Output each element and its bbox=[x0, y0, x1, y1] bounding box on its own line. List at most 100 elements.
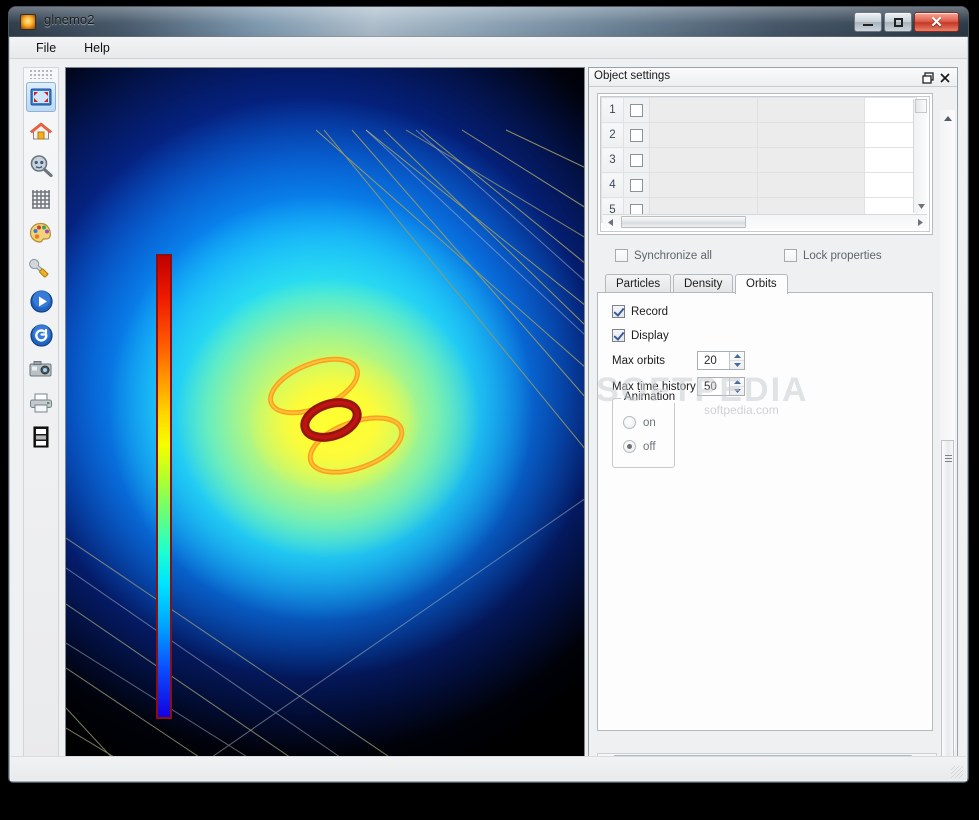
max-time-history-value: 50 bbox=[704, 380, 717, 393]
scroll-left-icon[interactable] bbox=[603, 216, 617, 229]
toolbar-drag-handle[interactable] bbox=[29, 70, 53, 79]
display-option[interactable]: Display bbox=[612, 329, 669, 342]
play-icon[interactable] bbox=[26, 286, 56, 316]
stepper-up-icon[interactable] bbox=[730, 378, 744, 387]
row-index: 3 bbox=[601, 147, 624, 173]
scroll-right-icon[interactable] bbox=[913, 216, 927, 229]
menu-help[interactable]: Help bbox=[75, 39, 119, 57]
close-button[interactable]: ✕ bbox=[914, 12, 959, 32]
dock-vertical-scrollbar[interactable] bbox=[940, 110, 955, 758]
row-cell-extra[interactable] bbox=[864, 147, 917, 173]
tab-particles[interactable]: Particles bbox=[605, 274, 672, 293]
watermark-domain: softpedia.com bbox=[704, 403, 779, 417]
row-cell-name[interactable] bbox=[649, 147, 758, 173]
max-time-history-spinbox[interactable]: 50 bbox=[697, 377, 745, 396]
row-checkbox-cell[interactable] bbox=[623, 172, 650, 198]
animation-on-label: on bbox=[643, 416, 656, 429]
table-row[interactable]: 1 bbox=[601, 97, 917, 123]
table-horizontal-scroll-thumb[interactable] bbox=[621, 216, 746, 228]
table-row[interactable]: 4 bbox=[601, 172, 917, 198]
dock-vertical-scroll-thumb[interactable] bbox=[941, 440, 954, 758]
display-checkbox[interactable] bbox=[612, 329, 625, 342]
reload-icon[interactable] bbox=[26, 320, 56, 350]
print-icon[interactable] bbox=[26, 388, 56, 418]
row-cell-name[interactable] bbox=[649, 172, 758, 198]
main-toolbar bbox=[23, 67, 59, 774]
gl-render-view[interactable] bbox=[65, 67, 585, 774]
close-icon[interactable] bbox=[939, 71, 953, 85]
row-cell-name[interactable] bbox=[649, 97, 758, 123]
resize-grip[interactable] bbox=[951, 766, 963, 778]
row-cell-extra[interactable] bbox=[864, 122, 917, 148]
zoom-icon[interactable] bbox=[26, 150, 56, 180]
minimize-button[interactable] bbox=[854, 12, 882, 32]
record-label: Record bbox=[631, 305, 669, 318]
row-cell-value[interactable] bbox=[756, 122, 865, 148]
stepper-down-icon[interactable] bbox=[730, 387, 744, 395]
fullscreen-icon[interactable] bbox=[26, 82, 56, 112]
row-checkbox-cell[interactable] bbox=[623, 97, 650, 123]
row-index: 1 bbox=[601, 97, 624, 123]
stepper-down-icon[interactable] bbox=[730, 361, 744, 369]
record-option[interactable]: Record bbox=[612, 305, 668, 318]
animation-off-radio[interactable] bbox=[623, 440, 636, 453]
max-time-history-stepper[interactable] bbox=[729, 378, 744, 395]
tab-density[interactable]: Density bbox=[673, 274, 734, 293]
animation-on-option[interactable]: on bbox=[623, 416, 656, 429]
dock-body: 1 2 3 4 5 Synchronize all Lock propertie… bbox=[589, 88, 957, 773]
row-cell-name[interactable] bbox=[649, 122, 758, 148]
stepper-up-icon[interactable] bbox=[730, 352, 744, 361]
orbit-traces bbox=[268, 356, 405, 475]
synchronize-all-option[interactable]: Synchronize all bbox=[615, 249, 712, 262]
home-icon[interactable] bbox=[26, 116, 56, 146]
application-window: glnemo2 ✕ File Help Object settings 1 2 … bbox=[9, 7, 968, 782]
row-cell-value[interactable] bbox=[756, 97, 865, 123]
wrench-icon[interactable] bbox=[26, 252, 56, 282]
object-settings-panel: Object settings 1 2 3 4 5 Synchronize al… bbox=[588, 67, 958, 774]
status-bar bbox=[11, 756, 966, 780]
menu-bar: File Help bbox=[10, 37, 967, 59]
object-table[interactable]: 1 2 3 4 5 bbox=[600, 96, 930, 232]
row-checkbox-cell[interactable] bbox=[623, 122, 650, 148]
lock-properties-label: Lock properties bbox=[803, 249, 882, 262]
filmstrip-icon[interactable] bbox=[26, 422, 56, 452]
maximize-button[interactable] bbox=[884, 12, 912, 32]
row-cell-extra[interactable] bbox=[864, 172, 917, 198]
camera-icon[interactable] bbox=[26, 354, 56, 384]
row-checkbox-cell[interactable] bbox=[623, 147, 650, 173]
row-index: 4 bbox=[601, 172, 624, 198]
animation-off-option[interactable]: off bbox=[623, 440, 656, 453]
menu-file[interactable]: File bbox=[27, 39, 65, 57]
float-icon[interactable] bbox=[922, 71, 936, 85]
lock-properties-checkbox[interactable] bbox=[784, 249, 797, 262]
max-orbits-stepper[interactable] bbox=[729, 352, 744, 369]
animation-off-label: off bbox=[643, 440, 656, 453]
row-cell-value[interactable] bbox=[756, 172, 865, 198]
row-cell-extra[interactable] bbox=[864, 97, 917, 123]
scroll-down-icon[interactable] bbox=[914, 200, 928, 213]
orbits-tab-panel: Record Display Max orbits 20 Max time hi… bbox=[596, 292, 933, 731]
row-cell-value[interactable] bbox=[756, 147, 865, 173]
table-row[interactable]: 3 bbox=[601, 147, 917, 173]
scroll-up-icon[interactable] bbox=[940, 112, 955, 125]
record-checkbox[interactable] bbox=[612, 305, 625, 318]
max-orbits-label: Max orbits bbox=[612, 354, 666, 367]
lock-properties-option[interactable]: Lock properties bbox=[784, 249, 882, 262]
palette-icon[interactable] bbox=[26, 218, 56, 248]
table-vertical-scroll-thumb[interactable] bbox=[915, 99, 927, 113]
tab-orbits[interactable]: Orbits bbox=[735, 274, 788, 294]
animation-group-label: Animation bbox=[621, 391, 679, 403]
animation-on-radio[interactable] bbox=[623, 416, 636, 429]
max-orbits-spinbox[interactable]: 20 bbox=[697, 351, 745, 370]
row-checkbox[interactable] bbox=[630, 178, 643, 192]
row-checkbox[interactable] bbox=[630, 153, 643, 167]
table-row[interactable]: 2 bbox=[601, 122, 917, 148]
row-checkbox[interactable] bbox=[630, 103, 643, 117]
max-orbits-row: Max orbits 20 bbox=[612, 351, 745, 370]
table-vertical-scrollbar[interactable] bbox=[913, 99, 927, 213]
synchronize-all-checkbox[interactable] bbox=[615, 249, 628, 262]
table-horizontal-scrollbar[interactable] bbox=[603, 214, 927, 229]
close-icon: ✕ bbox=[930, 14, 943, 31]
row-checkbox[interactable] bbox=[630, 128, 643, 142]
grid-icon[interactable] bbox=[26, 184, 56, 214]
